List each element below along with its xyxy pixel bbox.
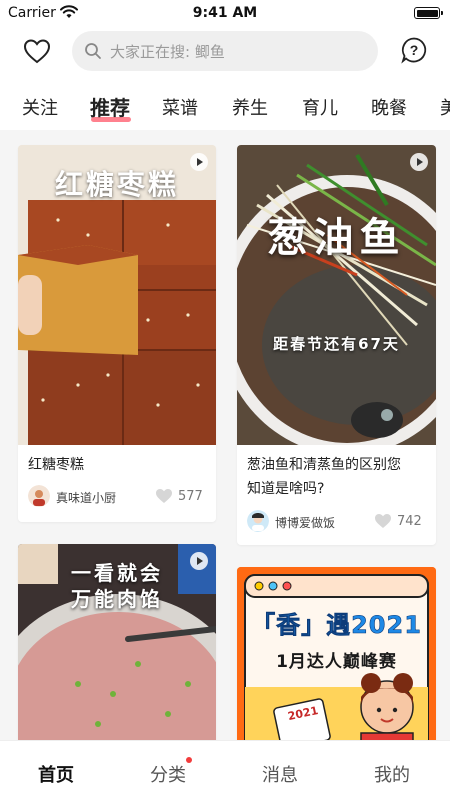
nav-home[interactable]: 首页 bbox=[16, 761, 96, 787]
card-title: 红糖枣糕 bbox=[28, 457, 84, 473]
promo-subtitle: 1月达人巅峰赛 bbox=[276, 652, 397, 672]
fish-image bbox=[237, 145, 436, 445]
video-play-icon bbox=[190, 552, 208, 570]
caption-line: 万能肉馅 bbox=[71, 587, 163, 611]
status-bar: Carrier 9:41 AM bbox=[0, 0, 450, 28]
caption-line: 一看就会 bbox=[71, 561, 163, 585]
heart-icon[interactable] bbox=[22, 36, 52, 66]
category-tabs: 关注 推荐 菜谱 养生 育儿 晚餐 美 bbox=[0, 80, 450, 130]
search-icon bbox=[85, 43, 101, 59]
feed: 红糖枣糕 红糖枣糕 真味道小厨 577 葱油鱼 距春节还有67天 葱油鱼和清蒸鱼… bbox=[0, 130, 450, 740]
card-title-line: 葱油鱼和清蒸鱼的区别您 bbox=[247, 457, 401, 473]
like-count: 742 bbox=[397, 514, 422, 529]
video-play-icon bbox=[410, 153, 428, 171]
author-name: 博博爱做饭 bbox=[275, 516, 336, 530]
notification-dot bbox=[186, 757, 192, 763]
thumbnail-caption: 葱油鱼 bbox=[267, 215, 406, 261]
recipe-thumbnail: 葱油鱼 距春节还有67天 bbox=[237, 145, 436, 445]
recipe-thumbnail: 红糖枣糕 bbox=[18, 145, 216, 445]
recipe-thumbnail: 一看就会 万能肉馅 bbox=[18, 544, 216, 740]
author-name: 真味道小厨 bbox=[56, 491, 117, 505]
search-placeholder: 大家正在搜: 鲫鱼 bbox=[110, 43, 225, 61]
feed-card[interactable]: 葱油鱼 距春节还有67天 葱油鱼和清蒸鱼的区别您 知道是啥吗? 博博爱做饭 74… bbox=[237, 145, 436, 545]
tab-recipes[interactable]: 菜谱 bbox=[162, 94, 198, 120]
tab-health[interactable]: 养生 bbox=[232, 94, 268, 120]
promo-title: 「香」遇2021 bbox=[251, 611, 422, 640]
thumbnail-caption: 一看就会 万能肉馅 bbox=[18, 560, 216, 612]
top-header: 大家正在搜: 鲫鱼 ? bbox=[0, 28, 450, 80]
tab-parenting[interactable]: 育儿 bbox=[302, 94, 338, 120]
heart-icon[interactable] bbox=[374, 513, 392, 529]
like-count: 577 bbox=[178, 489, 203, 504]
tab-follow[interactable]: 关注 bbox=[22, 94, 58, 120]
card-title-line: 知道是啥吗? bbox=[247, 481, 325, 497]
tab-recommend[interactable]: 推荐 bbox=[90, 92, 130, 121]
tab-dinner[interactable]: 晚餐 bbox=[371, 94, 407, 120]
nav-profile[interactable]: 我的 bbox=[352, 761, 432, 787]
feed-card[interactable]: 「香」遇2021 1月达人巅峰赛 2021 bbox=[237, 567, 436, 740]
bottom-nav: 首页 分类 消息 我的 bbox=[0, 740, 450, 801]
thumbnail-subcaption: 距春节还有67天 bbox=[273, 335, 400, 353]
heart-icon[interactable] bbox=[155, 488, 173, 504]
feed-card[interactable]: 红糖枣糕 红糖枣糕 真味道小厨 577 bbox=[18, 145, 216, 522]
search-bar[interactable]: 大家正在搜: 鲫鱼 bbox=[72, 31, 378, 71]
help-icon[interactable]: ? bbox=[400, 36, 428, 64]
nav-messages[interactable]: 消息 bbox=[240, 761, 320, 787]
video-play-icon bbox=[190, 153, 208, 171]
svg-text:?: ? bbox=[410, 42, 419, 58]
feed-card[interactable]: 一看就会 万能肉馅 bbox=[18, 544, 216, 740]
tab-more[interactable]: 美 bbox=[440, 94, 450, 120]
avatar bbox=[28, 485, 50, 507]
battery-icon bbox=[414, 7, 443, 19]
nav-category[interactable]: 分类 bbox=[128, 761, 208, 787]
avatar bbox=[247, 510, 269, 532]
card-title: 葱油鱼和清蒸鱼的区别您 知道是啥吗? bbox=[247, 453, 401, 501]
promo-thumbnail: 「香」遇2021 1月达人巅峰赛 2021 bbox=[237, 567, 436, 740]
clock: 9:41 AM bbox=[192, 5, 258, 21]
thumbnail-caption: 红糖枣糕 bbox=[54, 168, 179, 201]
